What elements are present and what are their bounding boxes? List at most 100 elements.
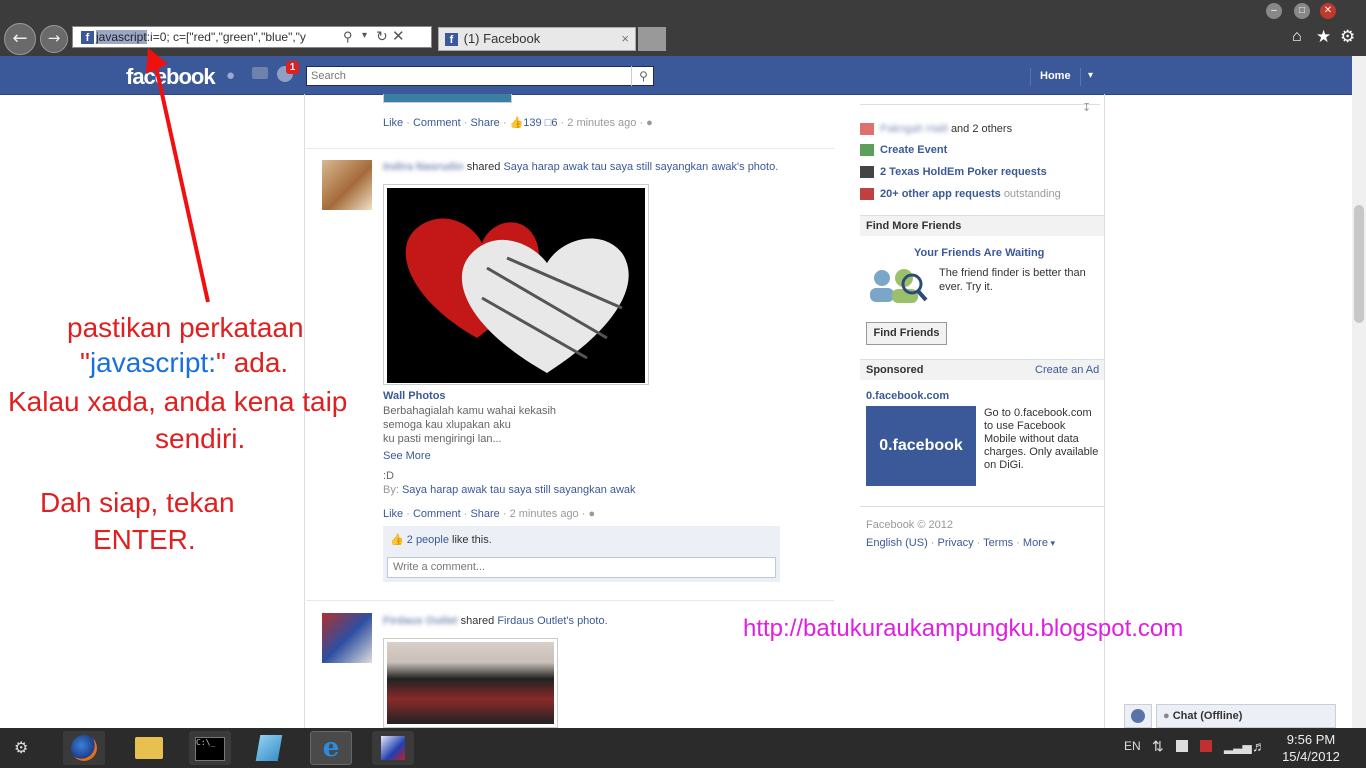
by-name-link[interactable]: Saya harap awak tau saya still sayangkan… bbox=[402, 484, 636, 496]
profile-picture[interactable] bbox=[322, 160, 372, 210]
refresh-icon[interactable]: ↻ bbox=[376, 28, 388, 45]
taskbar-firefox[interactable] bbox=[63, 731, 105, 765]
post-time: 2 minutes ago bbox=[567, 117, 637, 129]
friend-requests-icon[interactable]: ● bbox=[226, 67, 235, 84]
network-arrows-icon[interactable]: ⇅ bbox=[1152, 738, 1164, 755]
back-button[interactable]: ← bbox=[4, 23, 36, 55]
author-name[interactable]: Firdaus Outlet bbox=[383, 615, 458, 627]
footer-link-language[interactable]: English (US) bbox=[866, 537, 928, 549]
photo-caption: Berbahagialah kamu wahai kekasih semoga … bbox=[383, 405, 557, 445]
messages-icon[interactable] bbox=[252, 67, 268, 79]
account-dropdown-icon[interactable]: ▾ bbox=[1088, 70, 1093, 81]
dropdown-icon[interactable]: ▾ bbox=[362, 30, 367, 41]
post-header: Firdaus Outlet shared Firdaus Outlet's p… bbox=[383, 615, 608, 627]
create-ad-link[interactable]: Create an Ad bbox=[1035, 364, 1099, 376]
notepad-icon bbox=[255, 735, 283, 761]
divider bbox=[860, 506, 1104, 507]
comment-link[interactable]: Comment bbox=[413, 117, 461, 129]
firefox-icon bbox=[71, 735, 97, 761]
scrollbar[interactable] bbox=[1352, 56, 1366, 728]
search-button-icon[interactable]: ⚲ bbox=[631, 66, 655, 86]
annotation-line2: "javascript:" ada. bbox=[80, 347, 289, 378]
signal-icon[interactable]: ▂▃▅ bbox=[1224, 740, 1252, 754]
tab-facebook[interactable]: f (1) Facebook × bbox=[438, 27, 636, 51]
comment-input[interactable]: Write a comment... bbox=[387, 557, 776, 578]
shared-text: shared bbox=[466, 161, 501, 173]
post-actions: Like · Comment · Share · 2 minutes ago ·… bbox=[383, 508, 596, 520]
waiting-text: The friend finder is better than ever. T… bbox=[939, 267, 1086, 293]
favorites-star-icon[interactable]: ★ bbox=[1316, 27, 1331, 47]
maximize-icon[interactable]: □ bbox=[1294, 3, 1310, 19]
like-link[interactable]: Like bbox=[383, 117, 403, 129]
post-time: 2 minutes ago bbox=[509, 508, 579, 520]
comment-link[interactable]: Comment bbox=[413, 508, 461, 520]
divider bbox=[860, 104, 1100, 105]
author-name[interactable]: Indira Nasrudin bbox=[383, 161, 464, 173]
like-link[interactable]: Like bbox=[383, 508, 403, 520]
tshirt-photo[interactable] bbox=[383, 638, 558, 728]
create-event-row[interactable]: Create Event bbox=[860, 144, 1104, 157]
share-link[interactable]: Share bbox=[470, 117, 499, 129]
ad-title[interactable]: 0.facebook.com bbox=[866, 390, 949, 402]
ad-image[interactable]: 0.facebook bbox=[866, 406, 976, 486]
app-requests-row[interactable]: 20+ other app requests outstanding bbox=[860, 188, 1104, 201]
security-icon[interactable] bbox=[1200, 740, 1212, 752]
album-title[interactable]: Wall Photos bbox=[383, 390, 446, 402]
taskbar-explorer[interactable] bbox=[128, 731, 170, 765]
flag-icon[interactable] bbox=[1176, 740, 1188, 752]
home-icon[interactable]: ⌂ bbox=[1292, 28, 1302, 46]
heart-photo[interactable] bbox=[383, 184, 649, 385]
taskbar-notepad[interactable] bbox=[248, 731, 290, 765]
photo-owner-link[interactable]: Firdaus Outlet's photo. bbox=[497, 615, 607, 627]
heart-app-icon bbox=[860, 188, 874, 201]
see-more-link[interactable]: See More bbox=[383, 450, 431, 462]
find-friends-button[interactable]: Find Friends bbox=[866, 322, 947, 345]
volume-icon[interactable]: ♬ bbox=[1252, 738, 1266, 754]
taskbar-internet-explorer[interactable]: e bbox=[310, 731, 352, 765]
clock-time[interactable]: 9:56 PM bbox=[1282, 732, 1340, 747]
post-actions: Like · Comment · Share · 👍139 □6 · 2 min… bbox=[383, 117, 653, 129]
globe-icon: ● bbox=[646, 117, 653, 129]
close-window-icon[interactable]: ✕ bbox=[1320, 3, 1336, 19]
waiting-title[interactable]: Your Friends Are Waiting bbox=[914, 247, 1044, 259]
friend-requests-row[interactable]: Pakngah Halil and 2 others and 2 others bbox=[860, 123, 1104, 136]
chat-globe-button[interactable] bbox=[1124, 704, 1152, 728]
red-arrow bbox=[146, 48, 210, 303]
poker-requests-row[interactable]: 2 Texas HoldEm Poker requests bbox=[860, 166, 1104, 179]
download-icon[interactable]: ↧ bbox=[1082, 101, 1091, 114]
share-link[interactable]: Share bbox=[470, 508, 499, 520]
facebook-favicon-icon: f bbox=[81, 31, 94, 45]
footer-link-terms[interactable]: Terms bbox=[983, 537, 1013, 549]
likes-count[interactable]: 139 bbox=[523, 117, 541, 129]
heart-photo-image bbox=[387, 188, 645, 383]
search-icon[interactable]: ⚲ bbox=[343, 29, 353, 45]
settings-gear-icon[interactable]: ⚙ bbox=[1340, 27, 1355, 47]
forward-button[interactable]: → bbox=[40, 25, 68, 53]
clock-date[interactable]: 15/4/2012 bbox=[1276, 749, 1346, 764]
photo-owner-link[interactable]: Saya harap awak tau saya still sayangkan… bbox=[503, 161, 778, 173]
search-input[interactable]: Search bbox=[306, 66, 654, 86]
footer-link-more[interactable]: More bbox=[1023, 537, 1048, 549]
start-button-icon[interactable]: ⚙ bbox=[14, 738, 28, 758]
post-image-thumbnail[interactable] bbox=[383, 94, 512, 103]
facebook-favicon-icon: f bbox=[445, 33, 458, 47]
stop-icon[interactable]: ✕ bbox=[392, 27, 405, 45]
profile-picture[interactable] bbox=[322, 613, 372, 663]
people-count-link[interactable]: 2 people bbox=[407, 534, 449, 546]
scrollbar-thumb[interactable] bbox=[1354, 205, 1364, 323]
footer-links: English (US) · Privacy · Terms · More ▾ bbox=[866, 537, 1055, 549]
taskbar-cmd[interactable]: C:\_ bbox=[189, 731, 231, 765]
home-link[interactable]: Home bbox=[1040, 70, 1071, 82]
shared-text: shared bbox=[460, 615, 495, 627]
chat-bar[interactable]: ● Chat (Offline) bbox=[1156, 704, 1336, 728]
language-indicator[interactable]: EN bbox=[1124, 739, 1141, 753]
footer-link-privacy[interactable]: Privacy bbox=[938, 537, 974, 549]
taskbar-paint[interactable] bbox=[372, 731, 414, 765]
globe-icon bbox=[1131, 709, 1145, 723]
find-more-friends-header: Find More Friends bbox=[860, 215, 1104, 236]
tab-close-icon[interactable]: × bbox=[621, 28, 629, 50]
new-tab-button[interactable] bbox=[638, 27, 666, 51]
gift-icon bbox=[860, 123, 874, 136]
minimize-icon[interactable]: – bbox=[1266, 3, 1282, 19]
annotation-line3: Kalau xada, anda kena taip bbox=[8, 386, 348, 417]
